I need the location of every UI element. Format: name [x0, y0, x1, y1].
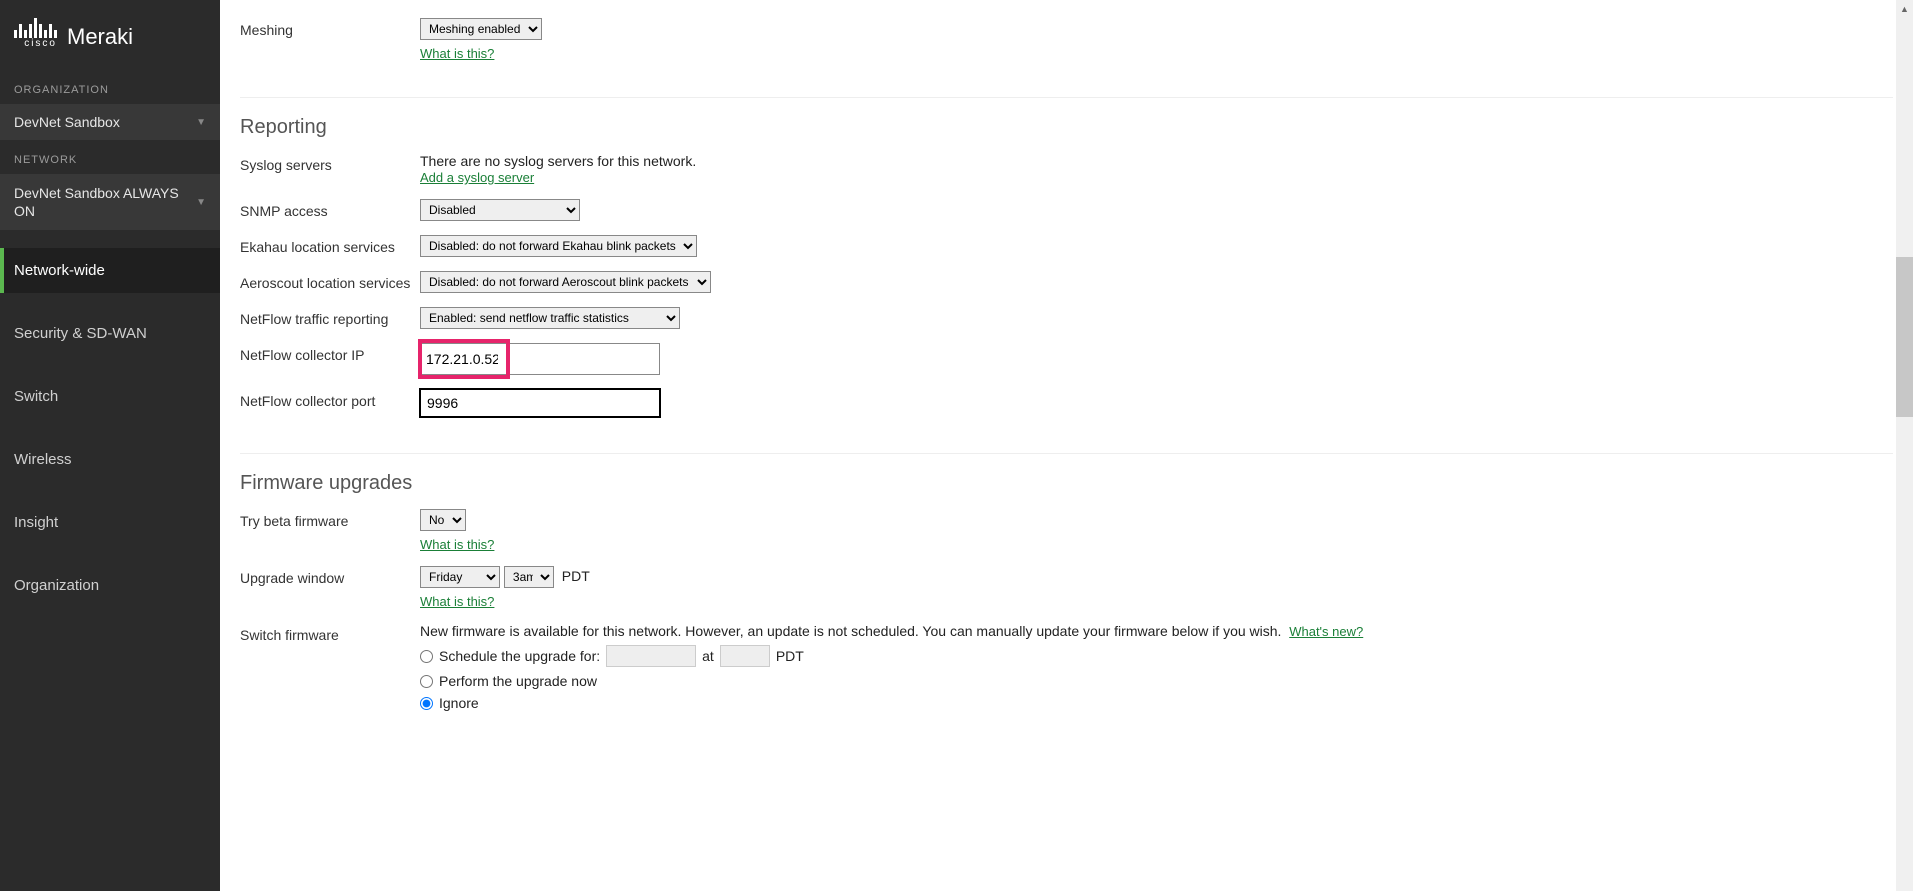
chevron-down-icon: ▼ [196, 197, 206, 208]
window-tz: PDT [562, 568, 590, 584]
nav-switch[interactable]: Switch [0, 374, 220, 419]
nav-security-sdwan[interactable]: Security & SD-WAN [0, 311, 220, 356]
collector-port-input[interactable] [420, 389, 660, 417]
aeroscout-label: Aeroscout location services [240, 271, 420, 293]
beta-label: Try beta firmware [240, 509, 420, 552]
firmware-title: Firmware upgrades [240, 472, 1893, 495]
collector-ip-highlight [418, 339, 510, 379]
net-name: DevNet Sandbox ALWAYS ON [14, 184, 196, 220]
cisco-text: cisco [24, 38, 57, 50]
org-name: DevNet Sandbox [14, 114, 120, 130]
syslog-msg: There are no syslog servers for this net… [420, 153, 696, 169]
whats-new-link[interactable]: What's new? [1289, 624, 1363, 639]
nav-insight[interactable]: Insight [0, 500, 220, 545]
main-content: Meshing Meshing enabled What is this? Re… [220, 0, 1913, 891]
ignore-label: Ignore [439, 695, 479, 711]
scrollbar[interactable]: ▲ [1896, 0, 1913, 891]
switch-fw-msg: New firmware is available for this netwo… [420, 623, 1281, 639]
nav-network-wide[interactable]: Network-wide [0, 248, 220, 293]
meshing-help-link[interactable]: What is this? [420, 46, 494, 61]
nav-wireless[interactable]: Wireless [0, 437, 220, 482]
logo: cisco Meraki [0, 0, 220, 70]
cisco-bars-icon [14, 16, 57, 38]
snmp-label: SNMP access [240, 199, 420, 221]
chevron-down-icon: ▼ [196, 117, 206, 128]
window-help-link[interactable]: What is this? [420, 594, 494, 609]
collector-ip-input[interactable] [422, 346, 502, 372]
perform-now-label: Perform the upgrade now [439, 673, 597, 689]
window-time-select[interactable]: 3am [504, 566, 554, 588]
schedule-time-input[interactable] [720, 645, 770, 667]
syslog-label: Syslog servers [240, 153, 420, 185]
aeroscout-select[interactable]: Disabled: do not forward Aeroscout blink… [420, 271, 711, 293]
sidebar: cisco Meraki ORGANIZATION DevNet Sandbox… [0, 0, 220, 891]
beta-select[interactable]: No [420, 509, 466, 531]
collector-port-label: NetFlow collector port [240, 389, 420, 417]
window-day-select[interactable]: Friday [420, 566, 500, 588]
perform-now-radio[interactable] [420, 675, 433, 688]
meshing-label: Meshing [240, 18, 420, 61]
netflow-label: NetFlow traffic reporting [240, 307, 420, 329]
window-label: Upgrade window [240, 566, 420, 609]
beta-help-link[interactable]: What is this? [420, 537, 494, 552]
ignore-radio[interactable] [420, 697, 433, 710]
schedule-label: Schedule the upgrade for: [439, 648, 600, 664]
snmp-select[interactable]: Disabled [420, 199, 580, 221]
scroll-thumb[interactable] [1896, 257, 1913, 417]
org-selector[interactable]: DevNet Sandbox ▼ [0, 104, 220, 140]
collector-ip-label: NetFlow collector IP [240, 343, 420, 375]
ekahau-label: Ekahau location services [240, 235, 420, 257]
net-label: NETWORK [0, 140, 220, 174]
ekahau-select[interactable]: Disabled: do not forward Ekahau blink pa… [420, 235, 697, 257]
scroll-up-icon[interactable]: ▲ [1896, 0, 1913, 17]
schedule-date-input[interactable] [606, 645, 696, 667]
reporting-title: Reporting [240, 116, 1893, 139]
schedule-tz: PDT [776, 648, 804, 664]
switch-fw-label: Switch firmware [240, 623, 420, 717]
nav-organization[interactable]: Organization [0, 563, 220, 608]
schedule-at: at [702, 648, 714, 664]
org-label: ORGANIZATION [0, 70, 220, 104]
add-syslog-link[interactable]: Add a syslog server [420, 170, 534, 185]
network-selector[interactable]: DevNet Sandbox ALWAYS ON ▼ [0, 174, 220, 230]
meraki-text: Meraki [67, 24, 133, 50]
schedule-radio[interactable] [420, 650, 433, 663]
netflow-select[interactable]: Enabled: send netflow traffic statistics [420, 307, 680, 329]
meshing-select[interactable]: Meshing enabled [420, 18, 542, 40]
